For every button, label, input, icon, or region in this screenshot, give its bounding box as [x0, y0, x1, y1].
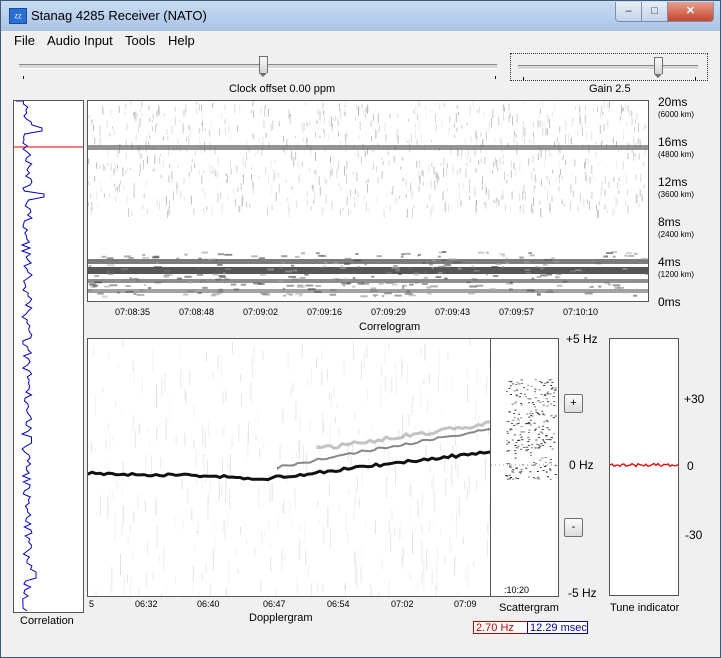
dopplergram-label: Dopplergram — [249, 612, 313, 624]
menu-file[interactable]: File — [14, 33, 35, 48]
scattergram-image — [491, 379, 558, 480]
correlogram-y-label: 4ms — [658, 255, 681, 269]
correlogram-x-label: 07:09:16 — [307, 307, 343, 317]
scattergram-label: Scattergram — [499, 602, 559, 614]
correlogram-y-label: 20ms — [658, 95, 688, 109]
menu-audio-input[interactable]: Audio Input — [47, 33, 113, 48]
correlogram-x-label: 07:09:29 — [371, 307, 407, 317]
correlogram-y-km-label: (4800 km) — [658, 150, 695, 159]
tune-indicator-plot — [609, 338, 679, 596]
correlogram-image — [88, 101, 648, 298]
dopplergram-x-label: 06:40 — [197, 599, 220, 609]
close-button[interactable]: ✕ — [667, 2, 714, 22]
gain-slider[interactable] — [510, 53, 708, 81]
correlation-trace — [14, 101, 83, 612]
doppler-y-plus5: +5 Hz — [566, 332, 598, 346]
doppler-minus-button[interactable]: - — [564, 518, 583, 537]
app-window: ⲍⲍ Stanag 4285 Receiver (NATO) – □ ✕ Fil… — [0, 0, 721, 658]
correlogram-plot — [87, 100, 649, 302]
correlogram-y-km-label: (6000 km) — [658, 110, 695, 119]
dopplergram-x-label: 07:02 — [391, 599, 414, 609]
gain-track[interactable] — [518, 65, 698, 70]
minimize-button[interactable]: – — [615, 2, 642, 22]
gain-thumb[interactable] — [654, 57, 664, 78]
menu-help[interactable]: Help — [168, 33, 195, 48]
correlogram-x-label: 07:09:57 — [499, 307, 535, 317]
title-bar: ⲍⲍ Stanag 4285 Receiver (NATO) – □ ✕ — [1, 1, 720, 31]
doppler-plus-button[interactable]: + — [564, 394, 583, 413]
dopplergram-image — [88, 339, 492, 596]
correlogram-y-km-label: (2400 km) — [658, 230, 695, 239]
correlogram-label: Correlogram — [359, 321, 421, 333]
dopplergram-x-label: 07:09 — [454, 599, 477, 609]
correlogram-y-label: 16ms — [658, 135, 688, 149]
tune-trace — [610, 462, 678, 468]
correlogram-y-km-label: (3600 km) — [658, 190, 695, 199]
correlogram-y-label: 12ms — [658, 175, 688, 189]
correlogram-x-label: 07:08:35 — [115, 307, 151, 317]
frequency-readout: 2.70 Hz — [473, 621, 528, 634]
clock-offset-label: Clock offset 0.00 ppm — [229, 83, 336, 95]
maximize-button[interactable]: □ — [641, 2, 668, 22]
tune-indicator-label: Tune indicator — [610, 602, 680, 614]
window-title: Stanag 4285 Receiver (NATO) — [31, 8, 207, 23]
scattergram-plot: :10:20 — [490, 338, 559, 597]
tune-y-zero: 0 — [687, 459, 694, 473]
correlogram-y-km-label: (1200 km) — [658, 270, 695, 279]
doppler-y-minus5: -5 Hz — [568, 586, 597, 600]
tick-mark — [523, 77, 524, 80]
clock-offset-slider[interactable] — [11, 53, 505, 79]
correlation-label: Correlation — [20, 615, 74, 627]
dopplergram-x-label: 06:47 — [263, 599, 286, 609]
dopplergram-x-label: 06:54 — [327, 599, 350, 609]
dopplergram-x-label: 5 — [89, 599, 95, 609]
menu-tools[interactable]: Tools — [125, 33, 155, 48]
tick-mark — [495, 76, 496, 79]
scattergram-time: :10:20 — [504, 585, 530, 595]
menu-bar: File Audio Input Tools Help — [1, 31, 720, 50]
tune-y-minus30: -30 — [685, 528, 703, 542]
correlogram-y-label: 8ms — [658, 215, 681, 229]
app-logo-icon: ⲍⲍ — [9, 8, 27, 24]
doppler-y-zero: 0 Hz — [569, 458, 594, 472]
correlogram-x-label: 07:09:43 — [435, 307, 471, 317]
tune-y-plus30: +30 — [684, 392, 705, 406]
correlogram-x-label: 07:10:10 — [563, 307, 599, 317]
clock-offset-thumb[interactable] — [258, 56, 268, 77]
correlation-plot — [13, 100, 84, 613]
correlogram-x-label: 07:09:02 — [243, 307, 279, 317]
tick-mark — [23, 76, 24, 79]
correlogram-x-label: 07:08:48 — [179, 307, 215, 317]
delay-readout: 12.29 msec — [527, 621, 588, 634]
tick-mark — [695, 77, 696, 80]
correlogram-y-label: 0ms — [658, 295, 681, 309]
gain-label: Gain 2.5 — [589, 83, 631, 95]
dopplergram-plot — [87, 338, 493, 597]
dopplergram-x-label: 06:32 — [135, 599, 158, 609]
